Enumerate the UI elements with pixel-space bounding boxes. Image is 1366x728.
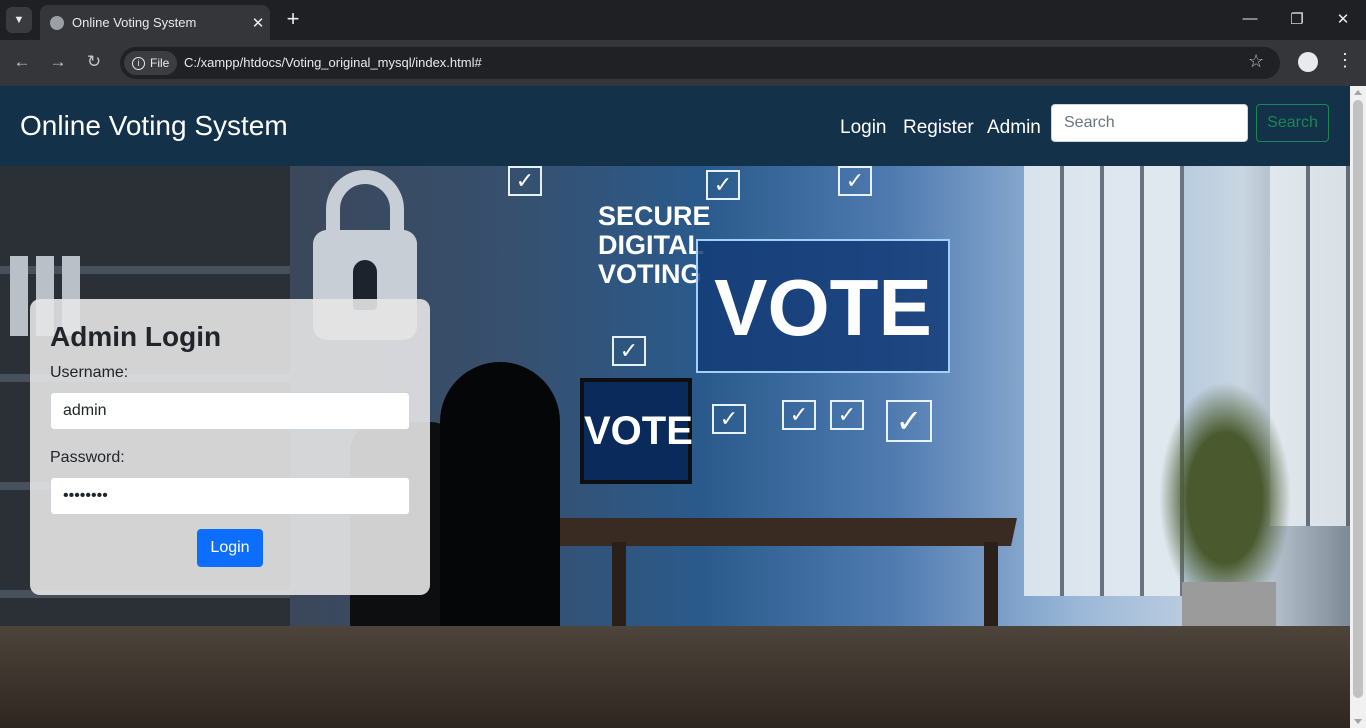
desk <box>517 518 1017 546</box>
address-bar: ← → ↻ i File C:/xampp/htdocs/Voting_orig… <box>0 40 1366 86</box>
tab-search-icon[interactable]: ▼ <box>6 7 32 33</box>
sign-word-voting: VOTING <box>598 259 702 289</box>
login-title: Admin Login <box>50 321 222 352</box>
checkmark-icon: ✓ <box>782 400 816 430</box>
search-button[interactable]: Search <box>1256 104 1329 142</box>
file-chip-label: File <box>150 56 170 70</box>
binder <box>10 256 28 336</box>
checkmark-icon: ✓ <box>612 336 646 366</box>
wooden-floor <box>0 626 1350 728</box>
username-field[interactable] <box>50 392 410 430</box>
scroll-thumb[interactable] <box>1353 100 1363 698</box>
page-scrollbar[interactable] <box>1350 86 1366 728</box>
back-icon[interactable]: ← <box>11 52 33 72</box>
admin-login-card: Admin Login Username: Password: Login <box>30 299 430 595</box>
checkmark-icon: ✓ <box>508 166 542 196</box>
site-info-chip[interactable]: i File <box>124 51 178 75</box>
password-field[interactable] <box>50 477 410 515</box>
restore-icon[interactable]: ❐ <box>1287 10 1307 28</box>
plant <box>1150 366 1300 586</box>
reload-icon[interactable]: ↻ <box>83 52 105 72</box>
checkmark-icon: ✓ <box>838 166 872 196</box>
checkmark-icon: ✓ <box>706 170 740 200</box>
secure-digital-voting-sign: SECURE DIGITAL VOTING <box>598 202 711 289</box>
forward-icon[interactable]: → <box>47 52 69 72</box>
close-tab-icon[interactable]: ✕ <box>246 14 270 32</box>
globe-icon <box>50 15 64 30</box>
minimize-icon[interactable]: — <box>1240 10 1260 27</box>
window-close-icon[interactable]: ✕ <box>1333 10 1353 28</box>
vote-hologram-panel: VOTE <box>696 239 950 373</box>
info-icon: i <box>132 56 145 70</box>
nav-link-register[interactable]: Register <box>903 117 974 139</box>
site-brand[interactable]: Online Voting System <box>20 110 288 142</box>
search-input[interactable] <box>1051 104 1248 142</box>
vote-monitor: VOTE <box>580 378 693 484</box>
sign-word-secure: SECURE <box>598 201 711 231</box>
login-button[interactable]: Login <box>197 529 263 567</box>
sign-word-digital: DIGITAL <box>598 230 704 260</box>
nav-link-login[interactable]: Login <box>840 117 887 139</box>
scroll-down-arrow-icon[interactable] <box>1354 719 1362 724</box>
checkmark-icon: ✓ <box>886 400 932 442</box>
page-viewport: Online Voting System Login Register Admi… <box>0 86 1350 728</box>
password-label: Password: <box>50 449 125 466</box>
omnibox[interactable]: i File C:/xampp/htdocs/Voting_original_m… <box>120 47 1280 79</box>
nav-link-admin[interactable]: Admin <box>987 117 1041 139</box>
bookmark-star-icon[interactable]: ☆ <box>1248 51 1264 72</box>
scroll-up-arrow-icon[interactable] <box>1354 90 1362 95</box>
browser-menu-icon[interactable]: ⋮ <box>1336 50 1354 71</box>
checkmark-icon: ✓ <box>712 404 746 434</box>
browser-tab[interactable]: Online Voting System ✕ <box>40 5 270 40</box>
tab-title: Online Voting System <box>72 15 197 30</box>
url-text[interactable]: C:/xampp/htdocs/Voting_original_mysql/in… <box>184 55 482 70</box>
new-tab-button[interactable]: + <box>282 8 304 30</box>
checkmark-icon: ✓ <box>830 400 864 430</box>
site-navbar: Online Voting System Login Register Admi… <box>0 86 1350 166</box>
browser-tab-strip: ▼ Online Voting System ✕ + — ❐ ✕ <box>0 0 1366 40</box>
profile-icon[interactable] <box>1298 52 1318 72</box>
username-label: Username: <box>50 364 129 381</box>
